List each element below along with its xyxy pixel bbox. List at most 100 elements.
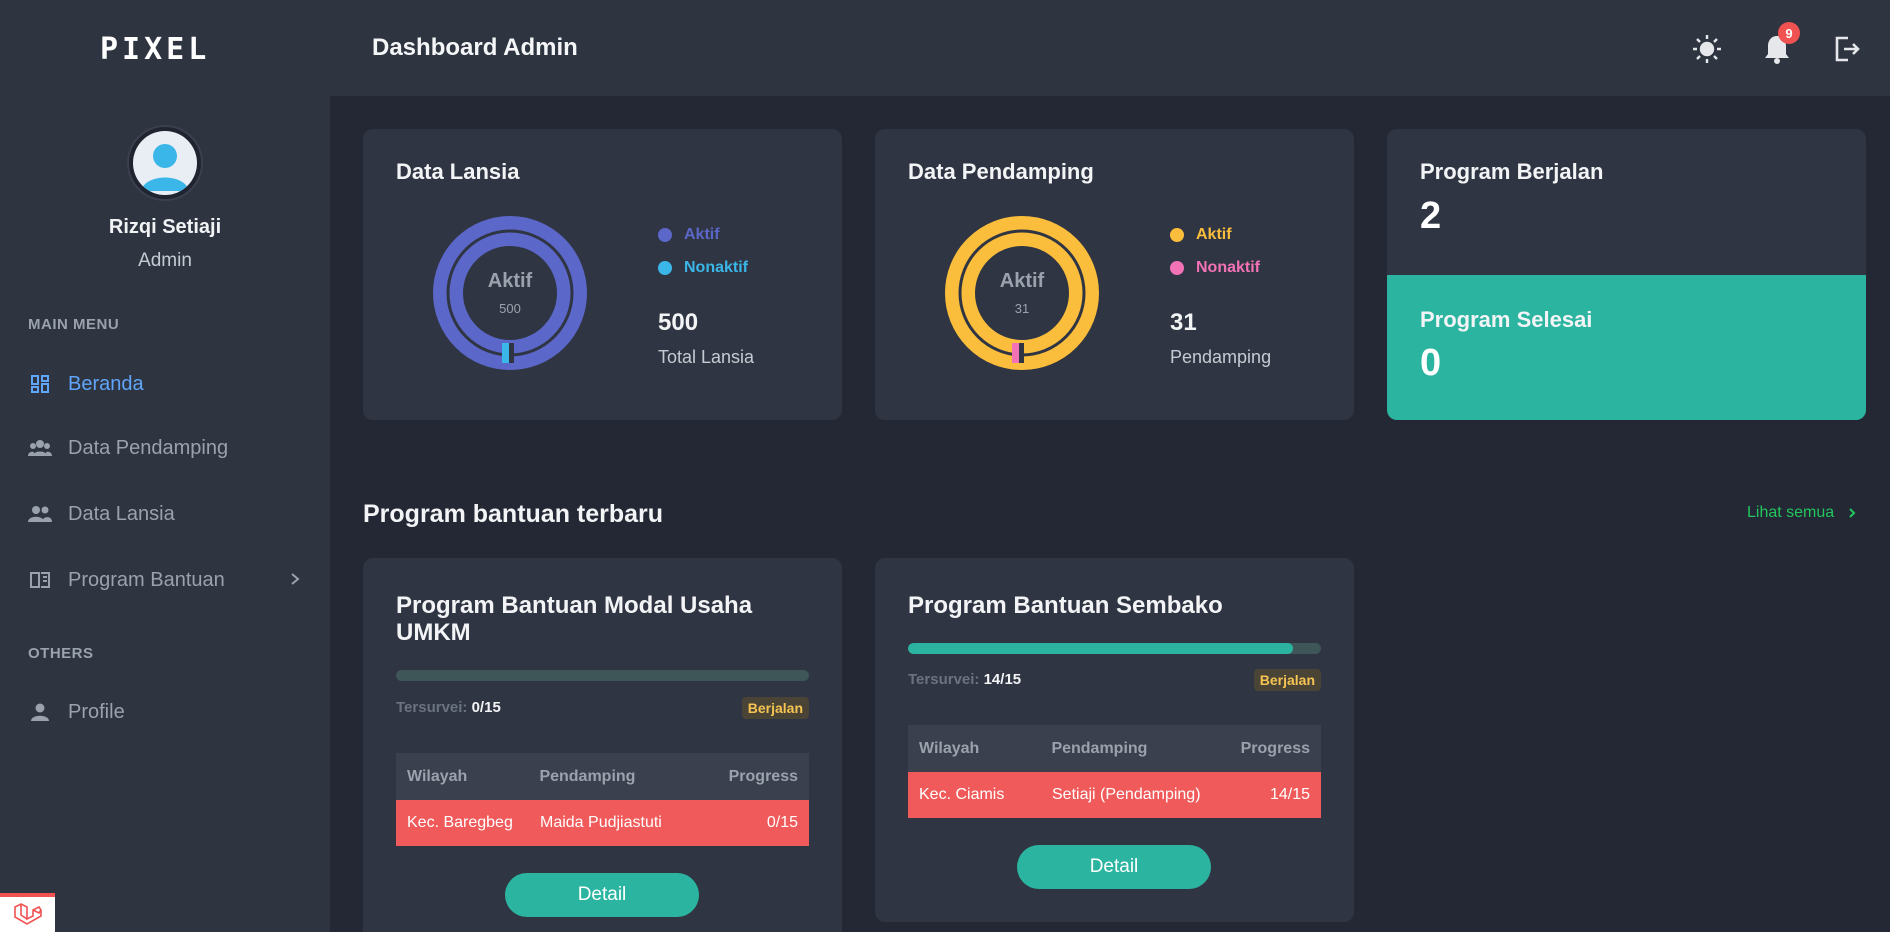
stat-card-pendamping: Data Pendamping Aktif 31 Aktif Nonaktif …: [875, 129, 1354, 420]
sidebar-item-data-lansia[interactable]: Data Lansia: [28, 494, 300, 534]
legend-label: Nonaktif: [684, 259, 748, 276]
column-header: Progress: [728, 767, 798, 785]
total-label: Pendamping: [1170, 347, 1272, 367]
donut-center-value: 500: [499, 301, 521, 316]
tersurvei-label: Tersurvei:: [908, 671, 980, 688]
legend-dot: [658, 228, 672, 242]
total-label: Total Lansia: [658, 347, 755, 367]
dashboard-grid-icon: [28, 372, 52, 396]
sidebar-item-beranda[interactable]: Beranda: [28, 364, 300, 404]
legend-dot: [1170, 228, 1184, 242]
program-card: Program Bantuan Modal Usaha UMKM Tersurv…: [363, 558, 842, 932]
sidebar-item-data-pendamping[interactable]: Data Pendamping: [28, 428, 300, 468]
sidebar: PIXEL Rizqi Setiaji Admin MAIN MENU Bera…: [0, 0, 330, 932]
program-title: Program Bantuan Modal Usaha UMKM: [396, 592, 753, 646]
program-berjalan-value: 2: [1420, 195, 1442, 237]
group-icon: [28, 436, 52, 460]
top-header: Dashboard Admin: [330, 0, 1890, 96]
see-all-link[interactable]: Lihat semua: [1747, 504, 1856, 522]
column-header: Progress: [1240, 739, 1310, 757]
cell-progress: 14/15: [1269, 786, 1310, 803]
status-badge: Berjalan: [741, 697, 809, 719]
user-avatar-icon: [133, 131, 197, 195]
page-title: Dashboard Admin: [372, 34, 578, 61]
total-value: 500: [658, 309, 699, 336]
table-row[interactable]: Kec. Baregbeg Maida Pudjiastuti 0/15: [396, 800, 809, 846]
donut-center: Aktif 500: [433, 216, 587, 370]
tersurvei-value: 0/15: [471, 699, 501, 716]
program-selesai-label: Program Selesai: [1420, 307, 1593, 332]
sidebar-item-profile[interactable]: Profile: [28, 692, 300, 732]
table-header: Wilayah Pendamping Progress: [396, 753, 809, 800]
main-menu-label: MAIN MENU: [28, 316, 120, 333]
program-selesai-value: 0: [1420, 342, 1442, 384]
cell-wilayah: Kec. Baregbeg: [407, 814, 513, 831]
column-header: Pendamping: [539, 767, 636, 785]
donut-center: Aktif 31: [945, 216, 1099, 370]
card-title: Data Pendamping: [908, 159, 1094, 184]
donut-center-label: Aktif: [999, 270, 1045, 292]
stat-card-lansia: Data Lansia Aktif 500 Aktif Nonaktif 500…: [363, 129, 842, 420]
logout-icon[interactable]: [1831, 33, 1863, 65]
laravel-logo-icon[interactable]: [0, 893, 55, 932]
see-all-label: Lihat semua: [1747, 504, 1835, 521]
section-title: Program bantuan terbaru: [363, 500, 664, 528]
sidebar-item-label: Program Bantuan: [68, 568, 225, 591]
card-title: Data Lansia: [396, 159, 520, 184]
program-berjalan-label: Program Berjalan: [1420, 159, 1604, 184]
legend-label: Nonaktif: [1196, 259, 1260, 276]
legend-label: Aktif: [684, 226, 720, 243]
chevron-right-icon: [290, 569, 300, 592]
status-badge: Berjalan: [1253, 669, 1321, 691]
tersurvei-label: Tersurvei:: [396, 699, 468, 716]
sidebar-item-label: Beranda: [68, 372, 144, 395]
legend-dot: [1170, 261, 1184, 275]
sidebar-item-label: Profile: [68, 700, 125, 723]
program-table: Wilayah Pendamping Progress Kec. Ciamis …: [908, 725, 1321, 818]
cell-pendamping: Maida Pudjiastuti: [540, 814, 662, 831]
cell-progress: 0/15: [766, 814, 798, 831]
sidebar-item-program-bantuan[interactable]: Program Bantuan: [28, 560, 300, 600]
stat-card-program-berjalan: Program Berjalan 2: [1387, 129, 1866, 275]
detail-button[interactable]: Detail: [505, 873, 699, 917]
column-header: Pendamping: [1051, 739, 1148, 757]
sidebar-item-label: Data Lansia: [68, 502, 175, 525]
legend-item-nonaktif: Nonaktif: [1170, 259, 1260, 277]
program-card: Program Bantuan Sembako Tersurvei: 14/15…: [875, 558, 1354, 922]
legend-item-nonaktif: Nonaktif: [658, 259, 748, 277]
app-logo[interactable]: PIXEL: [100, 31, 211, 67]
sun-icon[interactable]: [1691, 33, 1723, 65]
user-name: Rizqi Setiaji: [108, 216, 222, 238]
tersurvei-text: Tersurvei: 0/15: [396, 699, 501, 716]
table-header: Wilayah Pendamping Progress: [908, 725, 1321, 772]
detail-button[interactable]: Detail: [1017, 845, 1211, 889]
column-header: Wilayah: [919, 739, 980, 757]
column-header: Wilayah: [407, 767, 468, 785]
table-row[interactable]: Kec. Ciamis Setiaji (Pendamping) 14/15: [908, 772, 1321, 818]
sidebar-item-label: Data Pendamping: [68, 436, 229, 459]
legend-label: Aktif: [1196, 226, 1232, 243]
tersurvei-text: Tersurvei: 14/15: [908, 671, 1021, 688]
person-icon: [28, 700, 52, 724]
legend-item-aktif: Aktif: [1170, 226, 1232, 244]
legend-dot: [658, 261, 672, 275]
avatar[interactable]: [127, 125, 203, 201]
program-table: Wilayah Pendamping Progress Kec. Baregbe…: [396, 753, 809, 846]
others-label: OTHERS: [28, 645, 94, 662]
progress-bar-fill: [908, 643, 1294, 654]
legend-item-aktif: Aktif: [658, 226, 720, 244]
progress-bar: [396, 670, 809, 681]
user-role: Admin: [138, 250, 192, 271]
program-title: Program Bantuan Sembako: [908, 592, 1223, 619]
total-value: 31: [1170, 309, 1197, 336]
people-icon: [28, 502, 52, 526]
notification-badge: 9: [1778, 22, 1800, 44]
logo-text: PIXEL: [100, 31, 211, 67]
book-icon: [28, 568, 52, 592]
cell-pendamping: Setiaji (Pendamping): [1052, 786, 1201, 803]
donut-center-value: 31: [1014, 301, 1030, 316]
donut-center-label: Aktif: [487, 270, 533, 292]
tersurvei-value: 14/15: [983, 671, 1022, 688]
chevron-right-icon: [1849, 508, 1856, 518]
progress-bar: [908, 643, 1321, 654]
